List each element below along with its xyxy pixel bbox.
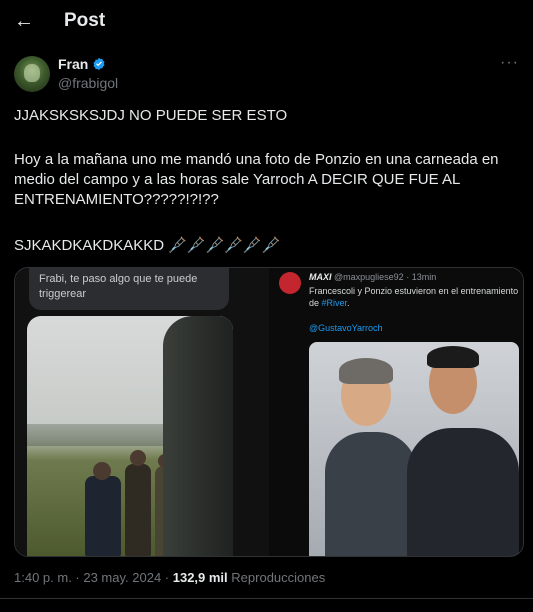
chat-bubble: Frabi, te paso algo que te puede trigger… <box>29 268 229 310</box>
person-head <box>130 450 146 466</box>
verified-badge-icon <box>93 57 105 71</box>
top-bar: ← Post <box>0 0 533 44</box>
embedded-mention: @GustavoYarroch <box>309 323 383 333</box>
back-arrow-icon[interactable]: ← <box>12 9 36 33</box>
embedded-text-suffix: . <box>347 298 350 308</box>
embedded-photo <box>309 342 519 556</box>
media-right-screenshot[interactable]: MAXI @maxpugliese92 · 13min Francescoli … <box>269 268 523 556</box>
embedded-avatar <box>279 272 301 294</box>
person-figure <box>125 464 151 556</box>
embedded-handle: @maxpugliese92 · 13min <box>334 272 437 282</box>
views-label: Reproducciones <box>227 570 326 585</box>
embedded-name: MAXI <box>309 272 332 282</box>
post-meta: 1:40 p. m. · 23 may. 2024 · 132,9 mil Re… <box>14 570 325 585</box>
media-left-screenshot[interactable]: Frabi, te paso algo que te puede trigger… <box>15 268 269 556</box>
man-left-hair <box>339 358 393 384</box>
author-name[interactable]: Fran <box>58 56 88 72</box>
post-line-2: Hoy a la mañana uno me mandó una foto de… <box>14 151 499 208</box>
embedded-author: MAXI @maxpugliese92 · 13min <box>309 272 436 282</box>
man-right-body <box>407 428 519 556</box>
field-photo <box>27 316 233 556</box>
avatar[interactable] <box>14 56 50 92</box>
author-handle[interactable]: @frabigol <box>58 75 118 91</box>
divider <box>0 598 533 599</box>
views-count: 132,9 mil <box>172 570 228 585</box>
post-media[interactable]: Frabi, te paso algo que te puede trigger… <box>14 267 524 557</box>
post-line-3: SJKAKDKAKDKAKKD 🩼🩼🩼🩼🩼🩼 <box>14 237 281 254</box>
man-right-hair <box>427 346 479 368</box>
embedded-text: Francescoli y Ponzio estuvieron en el en… <box>309 285 519 309</box>
person-figure <box>85 476 121 556</box>
embedded-hashtag: #River <box>321 298 348 308</box>
man-left-body <box>325 432 417 556</box>
author-name-row[interactable]: Fran <box>58 56 106 72</box>
person-head <box>93 462 111 480</box>
blurred-foreground <box>163 316 233 556</box>
more-icon[interactable]: ··· <box>500 54 519 72</box>
page-title: Post <box>64 10 106 31</box>
post-timestamp[interactable]: 1:40 p. m. · 23 may. 2024 · <box>14 570 173 585</box>
post-line-1: JJAKSKSKSJDJ NO PUEDE SER ESTO <box>14 107 288 124</box>
